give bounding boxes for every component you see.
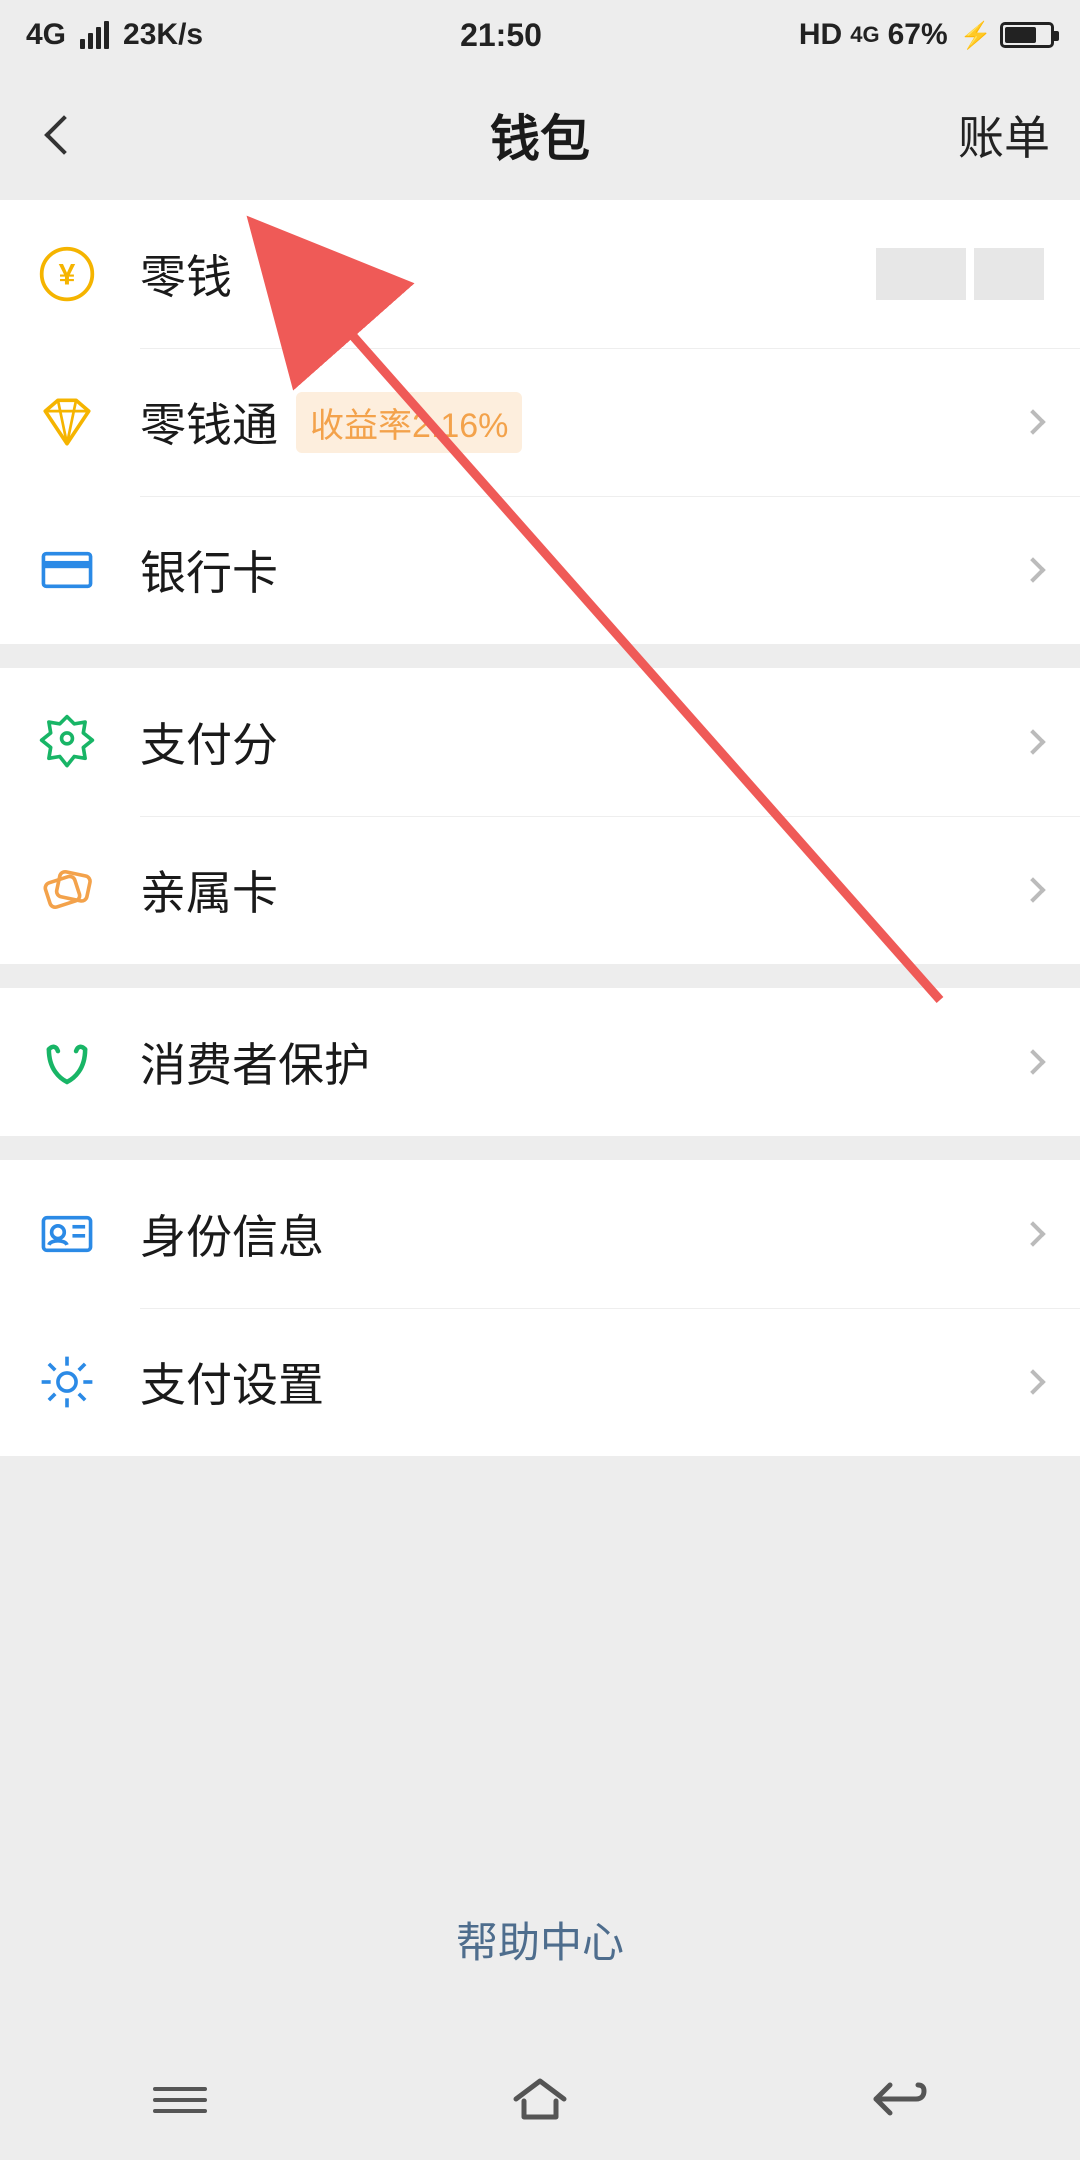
row-identity[interactable]: 身份信息: [0, 1160, 1080, 1308]
row-bankcard-label: 银行卡: [140, 537, 278, 603]
system-menu-button[interactable]: [145, 2075, 215, 2125]
badge-star-icon: [32, 707, 102, 777]
charging-icon: ⚡: [960, 20, 992, 51]
row-balance-label: 零钱: [140, 241, 232, 307]
row-family-card[interactable]: 亲属卡: [0, 816, 1080, 964]
row-lqt-label: 零钱通: [140, 389, 278, 455]
battery-icon: [1000, 22, 1054, 48]
chevron-right-icon: [1020, 1369, 1045, 1394]
gear-icon: [32, 1347, 102, 1417]
linked-cards-icon: [32, 855, 102, 925]
section-protection: 消费者保护: [0, 988, 1080, 1136]
chevron-left-icon: [44, 115, 84, 155]
section-account: 身份信息 支付设置: [0, 1160, 1080, 1456]
chevron-right-icon: [1020, 1221, 1045, 1246]
help-center-link[interactable]: 帮助中心: [0, 1859, 1080, 2010]
row-payscore[interactable]: 支付分: [0, 668, 1080, 816]
home-icon: [510, 2077, 570, 2123]
signal-icon: [80, 21, 109, 49]
diamond-icon: [32, 387, 102, 457]
nav-bar: 钱包 账单: [0, 70, 1080, 200]
id-card-icon: [32, 1199, 102, 1269]
row-bankcard[interactable]: 银行卡: [0, 496, 1080, 644]
chevron-right-icon: [1020, 409, 1045, 434]
row-balance[interactable]: ¥ 零钱: [0, 200, 1080, 348]
yen-circle-icon: ¥: [32, 239, 102, 309]
row-consumer-protection[interactable]: 消费者保护: [0, 988, 1080, 1136]
row-consumer-label: 消费者保护: [140, 1029, 370, 1095]
network-speed: 23K/s: [123, 18, 203, 52]
balance-amount-redacted: [876, 248, 1044, 300]
section-pay: 支付分 亲属卡: [0, 668, 1080, 964]
bills-label: 账单: [958, 102, 1050, 168]
row-lqt[interactable]: 零钱通 收益率2.16%: [0, 348, 1080, 496]
back-icon: [870, 2077, 930, 2123]
back-button[interactable]: [24, 70, 104, 200]
menu-icon: [153, 2080, 207, 2120]
card-icon: [32, 535, 102, 605]
status-bar: 4G 23K/s 21:50 HD 4G 67% ⚡: [0, 0, 1080, 70]
row-pay-settings[interactable]: 支付设置: [0, 1308, 1080, 1456]
battery-percent: 67%: [888, 18, 948, 52]
hands-shield-icon: [32, 1027, 102, 1097]
row-payscore-label: 支付分: [140, 709, 278, 775]
page-title: 钱包: [490, 99, 590, 171]
clock: 21:50: [460, 17, 542, 54]
lqt-yield-badge: 收益率2.16%: [296, 392, 522, 453]
chevron-right-icon: [1020, 729, 1045, 754]
system-home-button[interactable]: [505, 2075, 575, 2125]
hd-indicator: HD: [799, 18, 842, 52]
row-family-label: 亲属卡: [140, 857, 278, 923]
bills-button[interactable]: 账单: [958, 70, 1050, 200]
status-right: HD 4G 67% ⚡: [799, 18, 1054, 52]
chevron-right-icon: [1020, 557, 1045, 582]
row-identity-label: 身份信息: [140, 1201, 324, 1267]
row-settings-label: 支付设置: [140, 1349, 324, 1415]
section-funds: ¥ 零钱 零钱通 收益率2.16% 银行卡: [0, 200, 1080, 644]
net2-indicator: 4G: [850, 24, 879, 46]
chevron-right-icon: [1020, 877, 1045, 902]
status-left: 4G 23K/s: [26, 18, 203, 52]
chevron-right-icon: [1020, 1049, 1045, 1074]
system-back-button[interactable]: [865, 2075, 935, 2125]
svg-text:¥: ¥: [59, 258, 76, 291]
help-center-label: 帮助中心: [456, 1919, 624, 1966]
network-type: 4G: [26, 18, 66, 52]
system-nav-bar: [0, 2040, 1080, 2160]
